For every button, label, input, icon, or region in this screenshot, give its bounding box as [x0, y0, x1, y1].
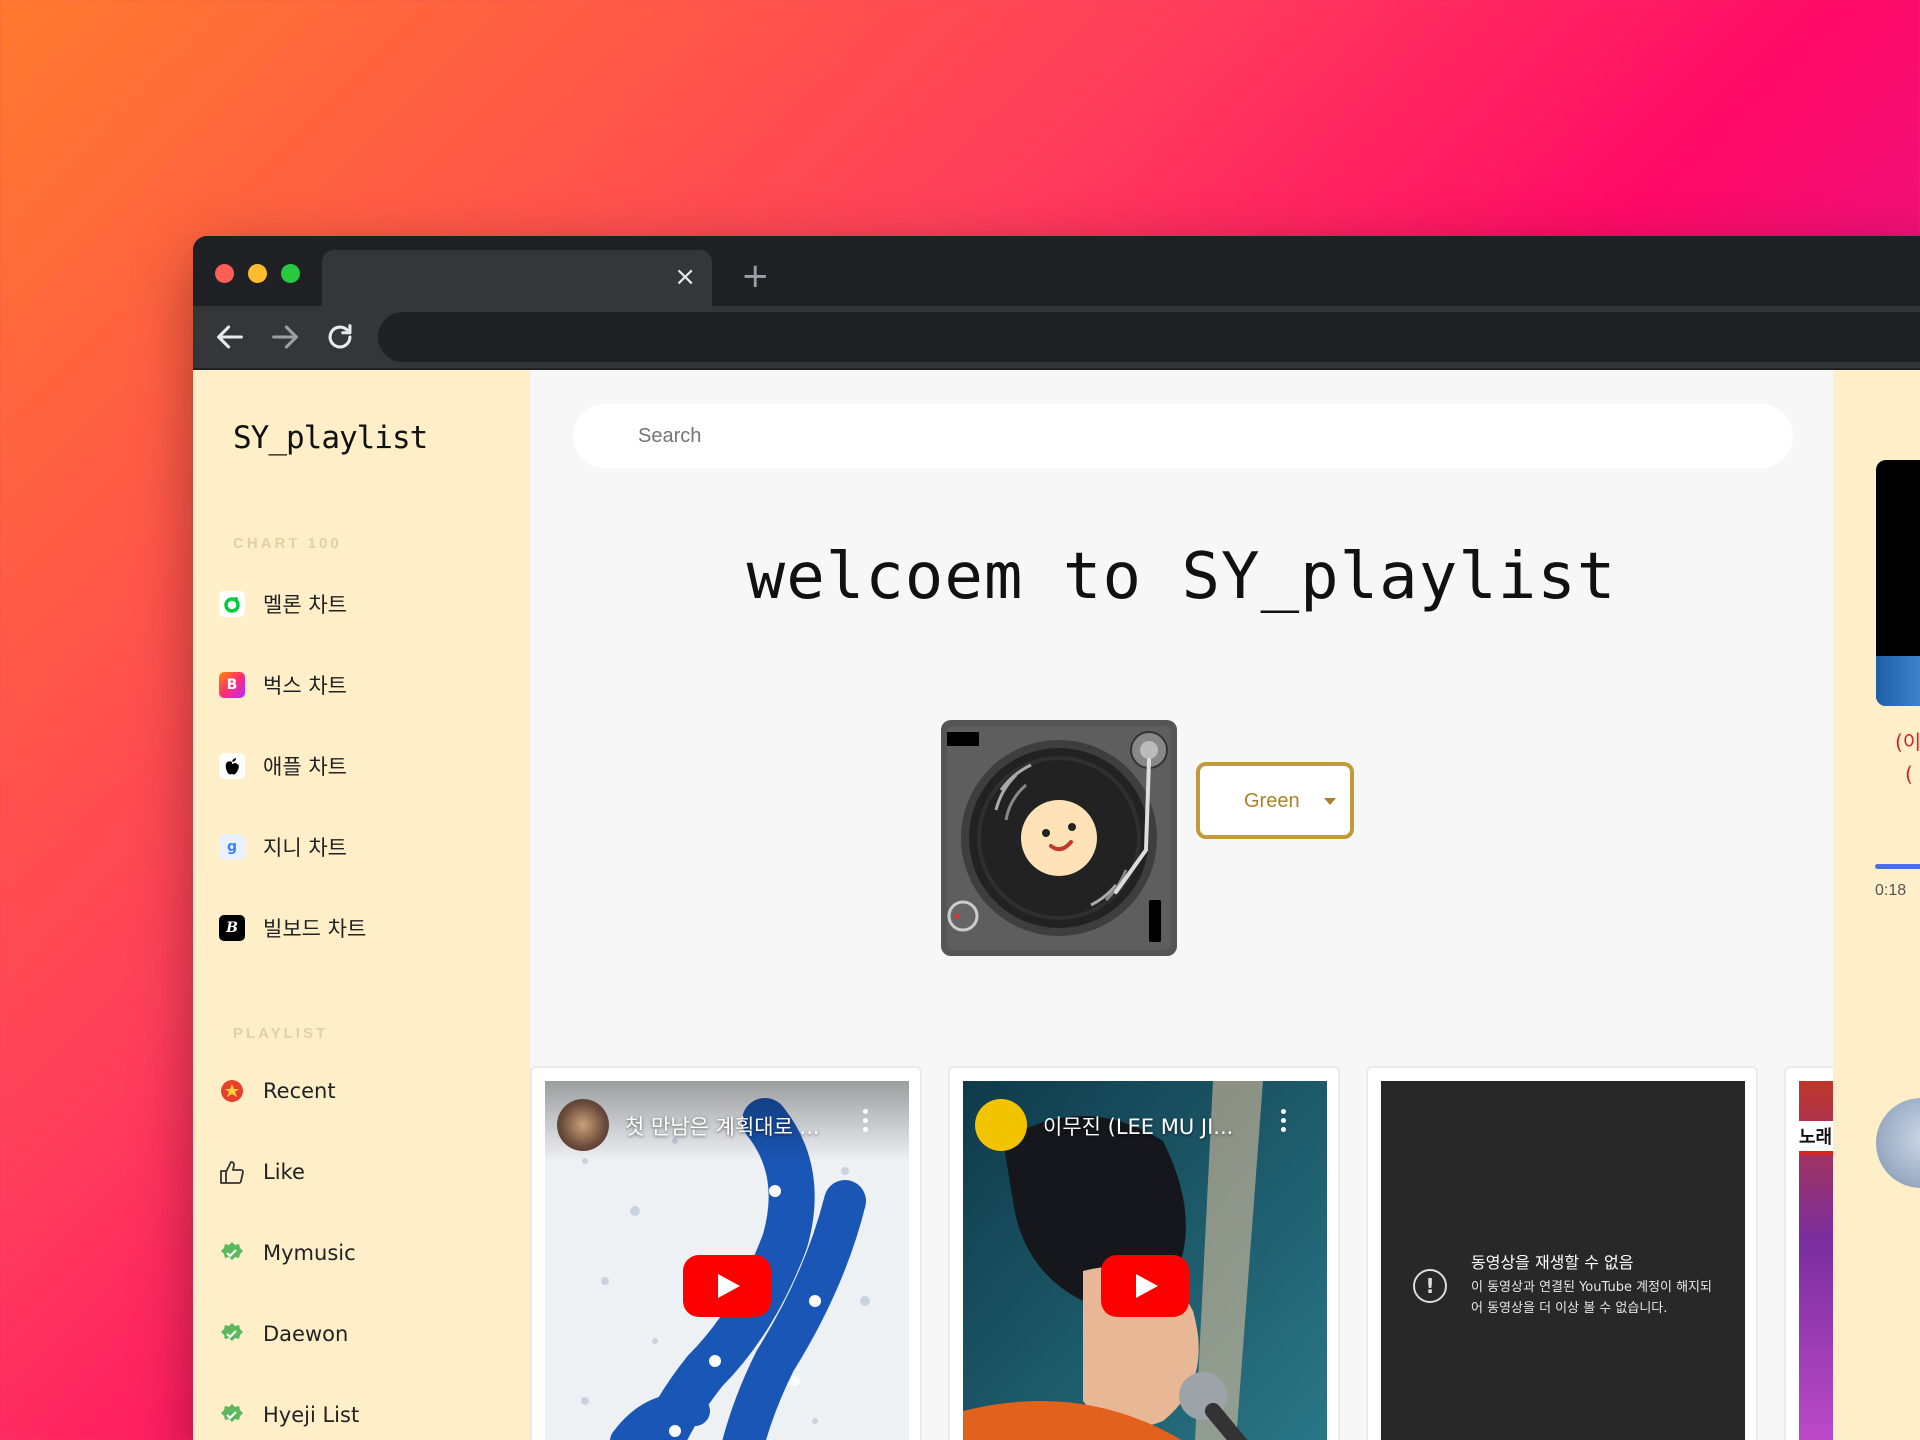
turntable-icon: [941, 720, 1177, 956]
sidebar-item-like[interactable]: Like: [219, 1148, 509, 1196]
sidebar-item-mymusic[interactable]: Mymusic: [219, 1229, 509, 1277]
browser-window: × + SY_playlist CHART 100 멜론 차트 B 벅스 차트 …: [193, 236, 1920, 1440]
more-options-icon[interactable]: [863, 1109, 869, 1133]
recent-icon: [219, 1078, 245, 1104]
sidebar-item-hyeji-list[interactable]: Hyeji List: [219, 1391, 509, 1439]
sidebar-item-genie-chart[interactable]: g 지니 차트: [219, 823, 509, 871]
minimize-window-button[interactable]: [248, 264, 267, 283]
now-playing-video[interactable]: [1876, 460, 1920, 706]
error-icon: !: [1413, 1269, 1447, 1303]
sidebar-item-label: Like: [263, 1160, 305, 1184]
playlist-section-heading: PLAYLIST: [233, 1025, 329, 1042]
video-error-title: 동영상을 재생할 수 없음: [1471, 1253, 1634, 1272]
youtube-play-button[interactable]: [683, 1255, 771, 1317]
video-player[interactable]: 이무진 (LEE MU JI... made: [963, 1081, 1327, 1440]
check-badge-icon: [219, 1240, 245, 1266]
sidebar-item-label: 벅스 차트: [263, 674, 347, 698]
sidebar-item-label: Mymusic: [263, 1241, 356, 1265]
check-badge-icon: [219, 1402, 245, 1428]
close-window-button[interactable]: [215, 264, 234, 283]
video-player[interactable]: 첫 만남은 계획대로 ...: [545, 1081, 909, 1440]
billboard-icon: B: [219, 915, 245, 941]
thumbs-up-icon: [219, 1159, 245, 1185]
thumbnail-overlay-text: made: [971, 1435, 1081, 1440]
app-logo[interactable]: SY_playlist: [233, 420, 428, 456]
maximize-window-button[interactable]: [281, 264, 300, 283]
back-arrow-icon[interactable]: [213, 320, 247, 354]
welcome-heading: welcoem to SY_playlist: [746, 540, 1617, 614]
sidebar-item-label: Daewon: [263, 1322, 349, 1346]
bugs-icon: B: [219, 672, 245, 698]
sidebar-item-billboard-chart[interactable]: B 빌보드 차트: [219, 904, 509, 952]
search-input[interactable]: [573, 404, 1793, 468]
sidebar-item-daewon[interactable]: Daewon: [219, 1310, 509, 1358]
sidebar-item-label: 지니 차트: [263, 836, 347, 860]
right-player-panel: (이 ( 0:18: [1833, 370, 1920, 1440]
color-select-dropdown[interactable]: Green: [1196, 762, 1354, 839]
sidebar-item-label: Recent: [263, 1079, 336, 1103]
address-bar[interactable]: [378, 312, 1920, 362]
sidebar-item-label: Hyeji List: [263, 1403, 360, 1427]
sidebar-item-recent[interactable]: Recent: [219, 1067, 509, 1115]
forward-arrow-icon[interactable]: [268, 320, 302, 354]
sidebar-item-bugs-chart[interactable]: B 벅스 차트: [219, 661, 509, 709]
tab-close-icon[interactable]: ×: [674, 262, 696, 292]
page-viewport: SY_playlist CHART 100 멜론 차트 B 벅스 차트 애플 차…: [193, 370, 1920, 1440]
browser-tab[interactable]: ×: [322, 250, 712, 306]
video-title[interactable]: 이무진 (LEE MU JI...: [1043, 1111, 1267, 1141]
elapsed-time: 0:18: [1875, 882, 1907, 899]
sidebar-item-label: 빌보드 차트: [263, 917, 367, 941]
video-error-message: 이 동영상과 연결된 YouTube 계정이 해지되어 동영상을 더 이상 볼 …: [1471, 1280, 1712, 1316]
chart-section-heading: CHART 100: [233, 535, 342, 552]
video-player-error: ! 동영상을 재생할 수 없음 이 동영상과 연결된 YouTube 계정이 해…: [1381, 1081, 1745, 1440]
title-bar: × +: [193, 236, 1920, 306]
progress-bar[interactable]: [1875, 864, 1920, 869]
browser-toolbar: [193, 306, 1920, 368]
reload-icon[interactable]: [323, 320, 357, 354]
check-badge-icon: [219, 1321, 245, 1347]
channel-avatar[interactable]: [557, 1099, 609, 1151]
video-card[interactable]: 첫 만남은 계획대로 ...: [530, 1066, 922, 1440]
youtube-play-button[interactable]: [1101, 1255, 1189, 1317]
new-tab-icon[interactable]: +: [741, 256, 770, 296]
sidebar-item-label: 멜론 차트: [263, 593, 347, 617]
main-content: welcoem to SY_playlist: [530, 370, 1904, 1440]
sidebar-item-melon-chart[interactable]: 멜론 차트: [219, 580, 509, 628]
melon-icon: [219, 591, 245, 617]
sidebar-item-apple-chart[interactable]: 애플 차트: [219, 742, 509, 790]
genie-icon: g: [219, 834, 245, 860]
now-playing-title: (이: [1895, 730, 1920, 754]
chevron-down-icon: [1324, 798, 1336, 805]
apple-icon: [219, 753, 245, 779]
video-title[interactable]: 첫 만남은 계획대로 ...: [625, 1111, 849, 1141]
album-disc[interactable]: [1876, 1098, 1920, 1188]
color-select-value: Green: [1244, 790, 1300, 812]
channel-avatar[interactable]: [975, 1099, 1027, 1151]
sidebar: SY_playlist CHART 100 멜론 차트 B 벅스 차트 애플 차…: [193, 370, 530, 1440]
now-playing-artist: (: [1905, 762, 1913, 786]
more-options-icon[interactable]: [1281, 1109, 1287, 1133]
video-card[interactable]: 이무진 (LEE MU JI... made: [948, 1066, 1340, 1440]
sidebar-item-label: 애플 차트: [263, 755, 347, 779]
video-card[interactable]: ! 동영상을 재생할 수 없음 이 동영상과 연결된 YouTube 계정이 해…: [1366, 1066, 1758, 1440]
